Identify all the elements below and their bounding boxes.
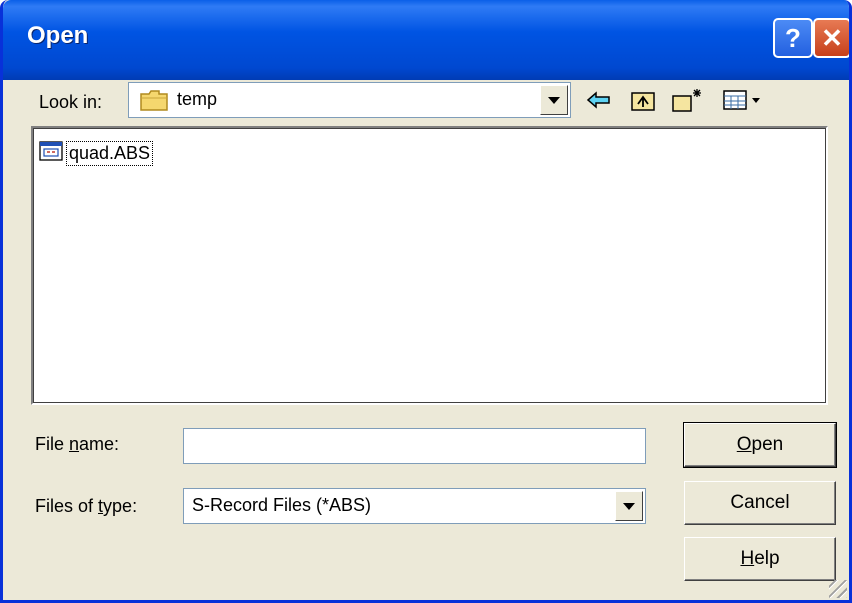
look-in-dropdown-button[interactable]	[540, 85, 568, 115]
back-arrow-icon[interactable]	[583, 86, 615, 114]
help-title-button[interactable]: ?	[773, 18, 813, 58]
new-folder-icon[interactable]	[669, 86, 709, 114]
look-in-value: temp	[177, 89, 218, 109]
close-button[interactable]: ✕	[813, 18, 849, 58]
help-button[interactable]: Help	[684, 537, 836, 581]
chevron-down-icon	[623, 502, 635, 510]
cancel-button[interactable]: Cancel	[684, 481, 836, 525]
file-list[interactable]: quad.ABS	[31, 126, 828, 405]
chevron-down-icon	[548, 96, 560, 104]
files-of-type-dropdown-button[interactable]	[615, 491, 643, 521]
up-folder-icon[interactable]	[627, 86, 659, 114]
list-item[interactable]: quad.ABS	[39, 140, 154, 167]
resize-grip-icon[interactable]	[829, 580, 847, 598]
look-in-label: Look in:	[39, 92, 103, 112]
file-name-input[interactable]	[183, 428, 646, 464]
file-name-label: File name:	[35, 434, 120, 454]
open-dialog: Open ? ✕ Look in: temp quad.ABS File nam…	[0, 0, 852, 603]
abs-file-icon	[39, 140, 63, 167]
look-in-select[interactable]: temp	[128, 82, 571, 118]
files-of-type-value: S-Record Files (*ABS)	[192, 495, 372, 515]
files-of-type-select[interactable]: S-Record Files (*ABS)	[183, 488, 646, 524]
file-name: quad.ABS	[66, 141, 154, 166]
open-button[interactable]: Open	[683, 422, 837, 468]
window-title: Open	[27, 22, 89, 49]
files-of-type-label: Files of type:	[35, 496, 138, 516]
title-bar[interactable]: Open ? ✕	[3, 0, 849, 80]
views-menu-icon[interactable]	[721, 86, 767, 114]
folder-icon	[139, 88, 169, 117]
